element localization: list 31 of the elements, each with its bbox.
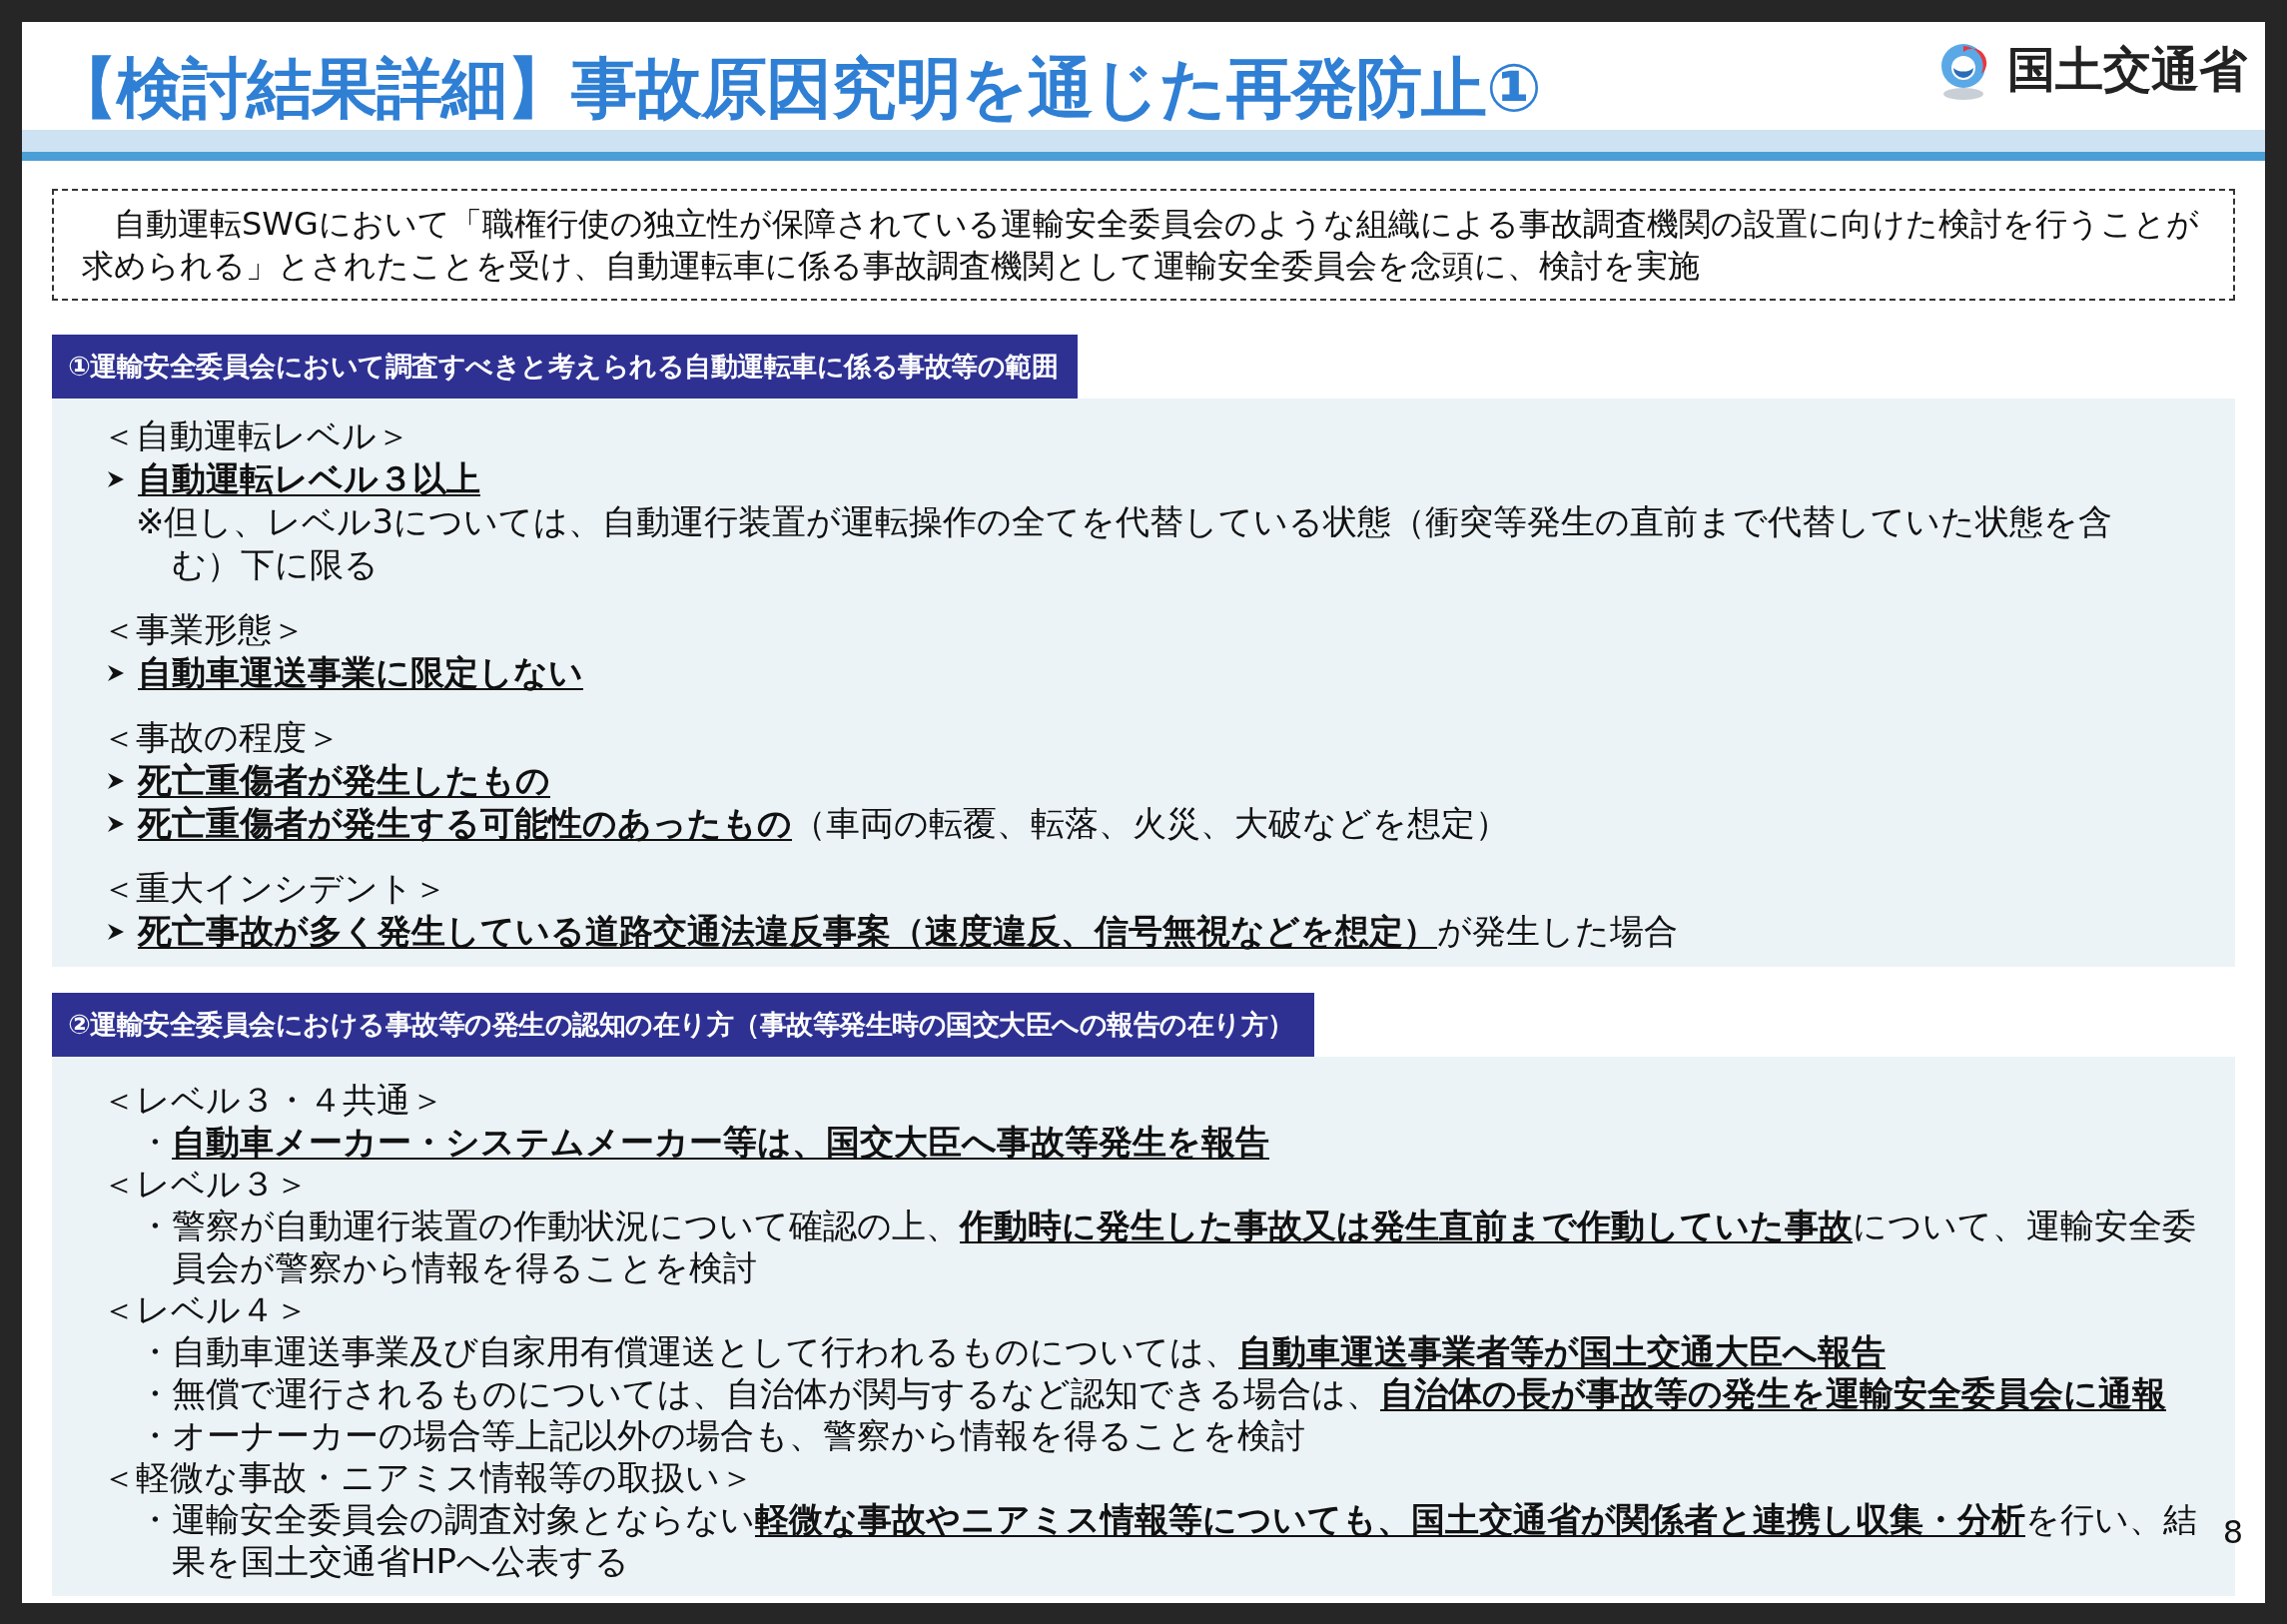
category-heading: ＜重大インシデント＞	[102, 867, 448, 910]
category-heading: ＜軽微な事故・ニアミス情報等の取扱い＞	[102, 1456, 755, 1498]
category-heading: ＜レベル３・４共通＞	[102, 1079, 445, 1121]
arrowhead-bullet-icon	[106, 662, 126, 683]
arrowhead-bullet-icon	[106, 770, 126, 791]
section-header: ②運輸安全委員会における事故等の発生の認知の在り方（事故等発生時の国交大臣への報告の在り方）	[52, 993, 1314, 1057]
page-number: 8	[2222, 1513, 2243, 1551]
criteria-item: 自動車運送事業に限定しない	[138, 651, 583, 694]
category-heading: ＜事故の程度＞	[102, 716, 342, 759]
arrowhead-bullet-icon	[106, 468, 126, 489]
criteria-item: 死亡重傷者が発生したもの	[138, 759, 550, 802]
criteria-item: 死亡重傷者が発生する可能性のあったもの（車両の転覆、転落、火災、大破などを想定）	[138, 802, 1509, 845]
criteria-item: 自動運転レベル３以上	[138, 457, 480, 500]
arrowhead-bullet-icon	[106, 921, 126, 942]
summary-text-box: 自動運転SWGにおいて「職権行使の独立性が保障されている運輸安全委員会のような組織による事故調査機関の設置に向けた検討を行うことが求められる」とされたことを受け、自動運転車に係る事故調査機関として運輸安全委員会を念頭に、検討を実施	[52, 189, 2235, 301]
category-heading: ＜レベル３＞	[102, 1163, 310, 1205]
category-heading: ＜レベル４＞	[102, 1288, 310, 1330]
slide-title: 【検討結果詳細】事故原因究明を通じた再発防止①	[52, 53, 1541, 126]
bullet-item: ・自動車運送事業及び自家用有償運送として行われるものについては、自動車運送事業者等が国土交通大臣へ報告	[137, 1330, 1887, 1372]
category-heading: ＜事業形態＞	[102, 608, 307, 651]
bullet-item: ・運輸安全委員会の調査対象とならない軽微な事故やニアミス情報等についても、国土交通省が関係者と連携し収集・分析を行い、結果を国土交通省HPへ公表する	[137, 1498, 2198, 1582]
section-header: ①運輸安全委員会において調査すべきと考えられる自動運転車に係る事故等の範囲	[52, 335, 1079, 399]
bullet-item: ・自動車メーカー・システムメーカー等は、国交大臣へ事故等発生を報告	[137, 1121, 1270, 1163]
bullet-item: ・オーナーカーの場合等上記以外の場合も、警察から情報を得ることを検討	[137, 1414, 1306, 1456]
bullet-item: ・警察が自動運行装置の作動状況について確認の上、作動時に発生した事故又は発生直前まで作動していた事故について、運輸安全委員会が警察から情報を得ることを検討	[137, 1205, 2197, 1288]
bullet-item: ・無償で運行されるものについては、自治体が関与するなど認知できる場合は、自治体の長が事故等の発生を運輸安全委員会に通報	[137, 1372, 2167, 1414]
ministry-name: 国土交通省	[2007, 40, 2247, 99]
criteria-item: 死亡事故が多く発生している道路交通法違反事案（速度違反、信号無視などを想定）が発生した場合	[138, 910, 1678, 953]
category-heading: ＜自動運転レベル＞	[102, 414, 411, 457]
arrowhead-bullet-icon	[106, 813, 126, 834]
note-text: ※但し、レベル3については、自動運行装置が運転操作の全てを代替している状態（衝突等発生の直前まで代替していた状態を含む）下に限る	[135, 500, 2114, 586]
